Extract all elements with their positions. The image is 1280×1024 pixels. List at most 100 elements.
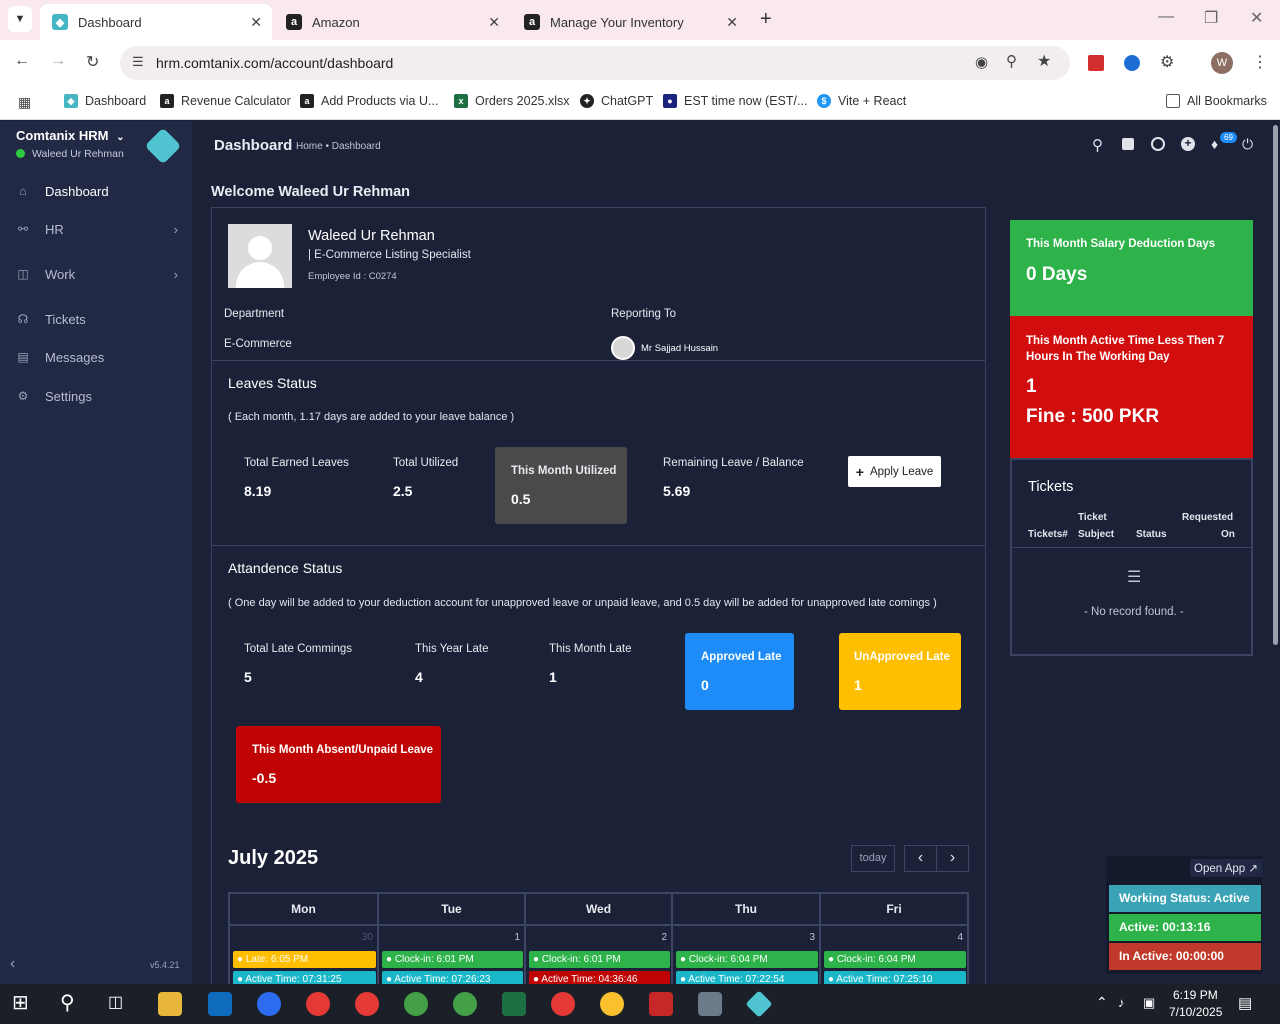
site-settings-icon[interactable]: ☰ [132, 54, 144, 70]
forward-icon[interactable]: → [50, 52, 66, 70]
chrome-icon[interactable] [600, 992, 624, 1016]
apps-grid-icon[interactable]: ▦ [18, 94, 31, 111]
chrome-icon[interactable] [551, 992, 575, 1016]
prev-month-button[interactable]: ‹ [904, 845, 937, 872]
tab-dashboard[interactable]: ◆ Dashboard ✕ [40, 4, 272, 40]
pdf-extension-icon[interactable] [1088, 55, 1104, 71]
org-switcher[interactable]: Comtanix HRM ⌄ [16, 128, 124, 143]
profile-avatar[interactable]: W [1211, 52, 1233, 74]
app-version: v5.4.21 [150, 960, 180, 970]
date-number: 3 [809, 932, 815, 943]
sidebar-item-messages[interactable]: ▤ Messages [0, 343, 192, 371]
calculator-icon[interactable] [698, 992, 722, 1016]
breadcrumb[interactable]: Home • Dashboard [296, 141, 381, 152]
notes-icon[interactable] [1122, 138, 1134, 150]
add-circle-icon[interactable]: + [1181, 137, 1195, 151]
outlook-icon[interactable] [208, 992, 232, 1016]
sidebar-item-settings[interactable]: ⚙ Settings [0, 382, 192, 410]
bookmark-dashboard[interactable]: ◆ Dashboard [64, 94, 146, 108]
briefcase-icon: ◫ [17, 267, 29, 281]
amazon-favicon-icon: a [524, 14, 540, 30]
bell-icon[interactable]: ♦ [1211, 136, 1218, 152]
hrm-app-icon[interactable] [745, 990, 773, 1018]
chrome-icon[interactable] [306, 992, 330, 1016]
search-icon[interactable]: ⚲ [60, 992, 84, 1016]
bookmark-vite[interactable]: $ Vite + React [817, 94, 906, 108]
close-tab-icon[interactable]: ✕ [488, 14, 500, 31]
close-tab-icon[interactable]: ✕ [726, 14, 738, 31]
url-input[interactable]: ☰ hrm.comtanix.com/account/dashboard ◉ ⚲… [120, 46, 1070, 80]
notifications-icon[interactable]: ▤ [1238, 994, 1252, 1012]
calendar-cell[interactable]: 4 ● Clock-in: 6:04 PM ● Active Time: 07:… [819, 926, 969, 988]
divider [1012, 547, 1251, 548]
fine-value: Fine : 500 PKR [1026, 406, 1160, 427]
tab-search-button[interactable]: ▼ [8, 6, 32, 32]
clock-date[interactable]: 7/10/2025 [1169, 1005, 1222, 1019]
windows-start-icon[interactable]: ⊞ [12, 992, 36, 1016]
puzzle-extensions-icon[interactable]: ⚙ [1160, 52, 1174, 72]
calendar-cell[interactable]: 1 ● Clock-in: 6:01 PM ● Active Time: 07:… [377, 926, 526, 988]
file-explorer-icon[interactable] [158, 992, 182, 1016]
tray-chevron-icon[interactable]: ⌃ [1096, 994, 1108, 1011]
window-close-icon[interactable]: ✕ [1250, 8, 1263, 28]
earned-leaves-label: Total Earned Leaves [244, 457, 349, 469]
bookmark-orders[interactable]: x Orders 2025.xlsx [454, 94, 569, 108]
sidebar-item-tickets[interactable]: ☊ Tickets [0, 305, 192, 333]
scrollbar-thumb[interactable] [1273, 125, 1278, 645]
minimize-icon[interactable]: — [1158, 8, 1174, 26]
zoom-icon[interactable] [257, 992, 281, 1016]
collapse-sidebar-icon[interactable]: ‹ [10, 955, 15, 973]
calendar-event[interactable]: ● Clock-in: 6:04 PM [676, 951, 818, 968]
calendar-cell[interactable]: 2 ● Clock-in: 6:01 PM ● Active Time: 04:… [524, 926, 673, 988]
sidebar-item-dashboard[interactable]: ⌂ Dashboard [0, 177, 192, 205]
calendar-cell[interactable]: 30 ● Late: 6:05 PM ● Active Time: 07:31:… [228, 926, 379, 988]
today-button[interactable]: today [851, 845, 895, 872]
employee-id: Employee Id : C0274 [308, 271, 397, 282]
power-icon[interactable]: ⏻ [1242, 136, 1253, 153]
tab-amazon[interactable]: a Amazon ✕ [274, 4, 510, 40]
tickets-col-number: Tickets# [1028, 529, 1068, 540]
chrome-icon[interactable] [355, 992, 379, 1016]
bookmark-chatgpt[interactable]: ✦ ChatGPT [580, 94, 653, 108]
chrome-icon[interactable] [453, 992, 477, 1016]
task-view-icon[interactable]: ◫ [108, 992, 132, 1016]
approved-late-value: 0 [701, 677, 709, 693]
bookmark-star-icon[interactable]: ★ [1037, 51, 1051, 71]
employee-role: | E-Commerce Listing Specialist [308, 249, 471, 261]
open-app-button[interactable]: Open App ↗ [1190, 859, 1262, 877]
close-tab-icon[interactable]: ✕ [250, 14, 262, 31]
network-icon[interactable]: ▣ [1143, 995, 1155, 1011]
calendar-event[interactable]: ● Clock-in: 6:01 PM [382, 951, 523, 968]
zoom-icon[interactable]: ⚲ [1006, 52, 1017, 70]
next-month-button[interactable]: › [936, 845, 969, 872]
all-bookmarks[interactable]: All Bookmarks [1166, 94, 1267, 108]
clock-time[interactable]: 6:19 PM [1173, 988, 1218, 1002]
excel-icon[interactable] [502, 992, 526, 1016]
calendar-cell[interactable]: 3 ● Clock-in: 6:04 PM ● Active Time: 07:… [671, 926, 821, 988]
filezilla-icon[interactable] [649, 992, 673, 1016]
extension-icon[interactable] [1124, 55, 1140, 71]
search-icon[interactable]: ⚲ [1092, 136, 1103, 154]
late-total-label: Total Late Commings [244, 643, 353, 655]
volume-muted-icon[interactable]: ♪ [1118, 995, 1125, 1010]
bookmark-est-time[interactable]: ● EST time now (EST/... [663, 94, 807, 108]
bookmark-add-products[interactable]: a Add Products via U... [300, 94, 438, 108]
tracking-off-icon[interactable]: ◉ [975, 53, 988, 71]
reload-icon[interactable]: ↻ [86, 52, 99, 72]
sidebar-item-work[interactable]: ◫ Work › [0, 260, 192, 288]
new-tab-button[interactable]: + [760, 8, 772, 31]
chrome-icon[interactable] [404, 992, 428, 1016]
chrome-menu-icon[interactable]: ⋮ [1252, 52, 1268, 72]
calendar-event[interactable]: ● Late: 6:05 PM [233, 951, 376, 968]
tab-manage-inventory[interactable]: a Manage Your Inventory ✕ [512, 4, 748, 40]
apply-leave-button[interactable]: + Apply Leave [848, 456, 941, 487]
unapproved-late-value: 1 [854, 677, 862, 693]
utilized-value: 2.5 [393, 483, 413, 499]
clock-icon[interactable] [1151, 137, 1165, 151]
calendar-event[interactable]: ● Clock-in: 6:04 PM [824, 951, 966, 968]
calendar-event[interactable]: ● Clock-in: 6:01 PM [529, 951, 670, 968]
restore-icon[interactable]: ❐ [1204, 8, 1218, 28]
sidebar-item-hr[interactable]: ⚯ HR › [0, 215, 192, 243]
back-icon[interactable]: ← [14, 52, 30, 70]
bookmark-revenue-calculator[interactable]: a Revenue Calculator [160, 94, 291, 108]
